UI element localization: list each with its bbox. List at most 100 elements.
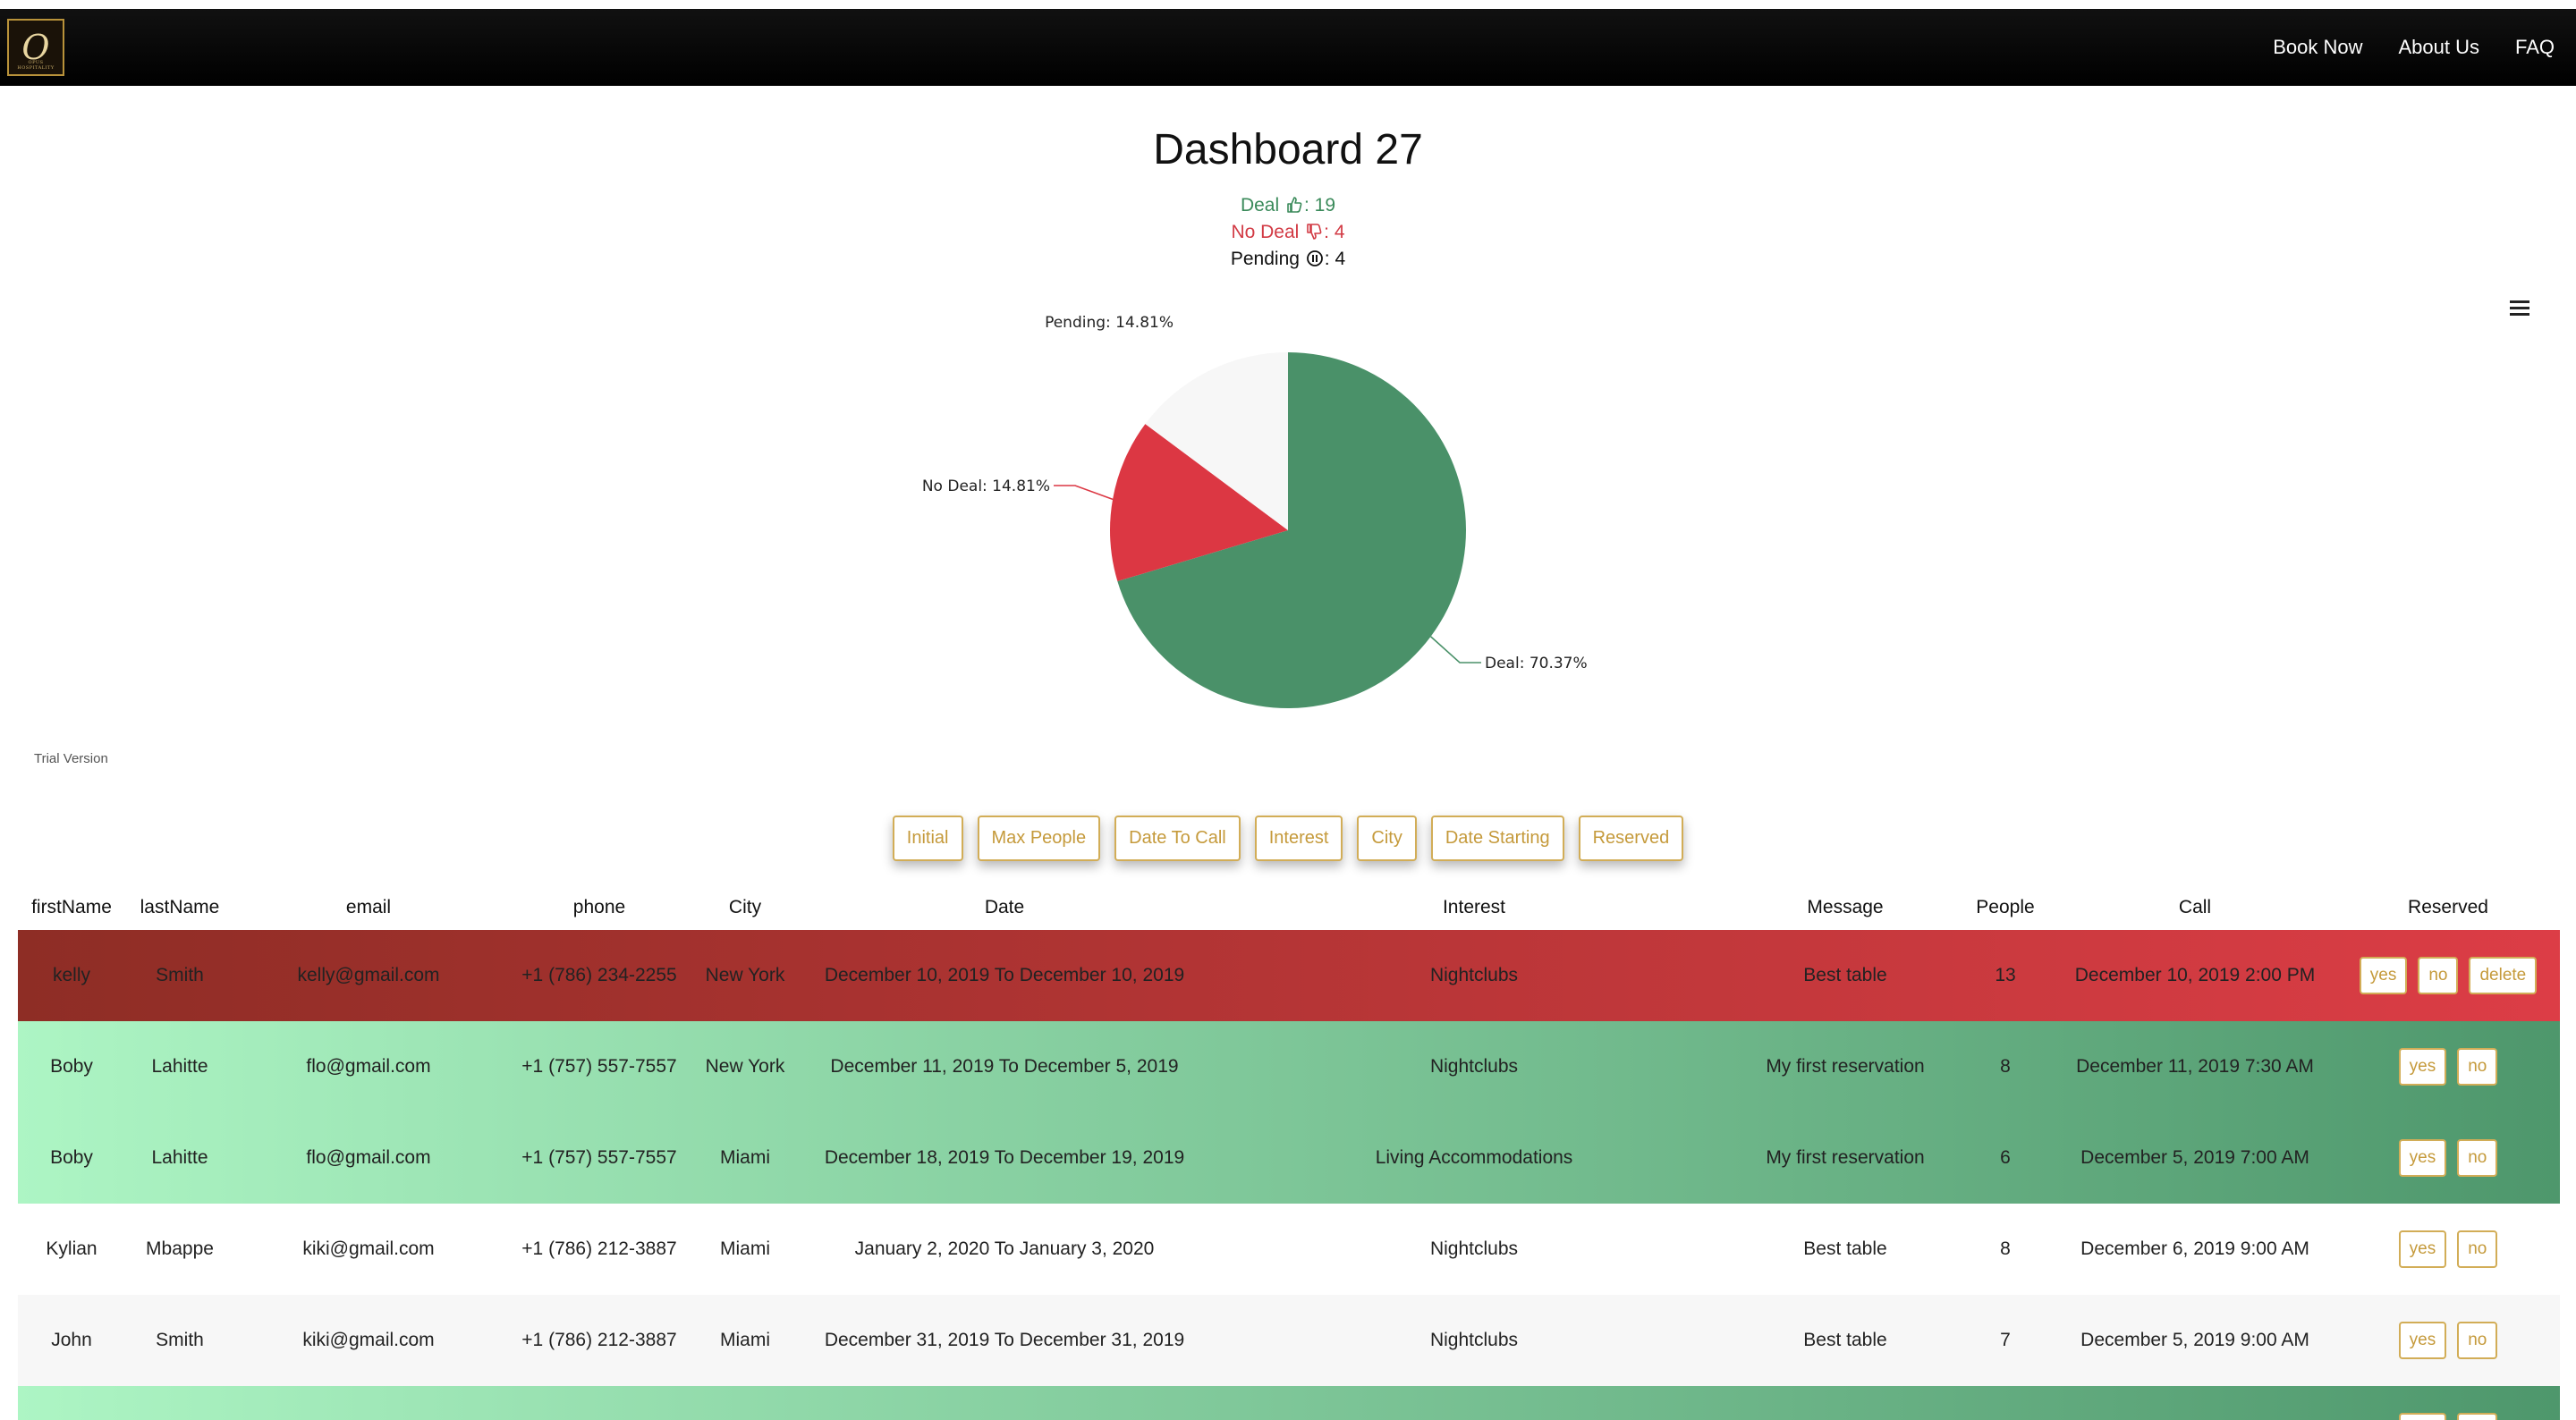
column-header[interactable]: Date [794,897,1215,918]
no-button[interactable]: no [2457,1139,2498,1177]
pie-data-label: Deal: 70.37% [1485,655,1588,672]
first-name-cell: John [51,1330,92,1350]
column-header[interactable]: Interest [1215,897,1733,918]
pie-data-label: No Deal: 14.81% [922,478,1050,495]
nodeal-count: : 4 [1324,222,1345,242]
column-header[interactable]: People [1957,897,2054,918]
logo-subtext: OPUS HOSPITALITY [17,60,55,71]
nav-link-about-us[interactable]: About Us [2398,36,2479,59]
table-row[interactable]: John Smith kiki@gmail.com +1 (786) 212-3887… [18,1295,2560,1386]
nav-link-book-now[interactable]: Book Now [2273,36,2362,59]
email-cell: kelly@gmail.com [297,965,440,985]
call-cell: December 5, 2019 7:00 AM [2080,1147,2309,1168]
reserved-actions: yes no delete [2336,957,2560,994]
navbar: O OPUS HOSPITALITY Book Now About Us FAQ [0,9,2576,86]
call-cell: December 11, 2019 7:30 AM [2076,1056,2314,1077]
column-header[interactable]: Reserved [2336,897,2560,918]
city-cell: Miami [720,1238,770,1259]
yes-button[interactable]: yes [2398,1230,2447,1268]
city-cell: Miami [720,1330,770,1350]
pie-chart: Deal: 70.37% No Deal: 14.81% Pending: 14.8… [922,314,1588,708]
email-cell: flo@gmail.com [306,1147,431,1168]
nav-link-faq[interactable]: FAQ [2515,36,2555,59]
nodeal-label: No Deal [1231,222,1300,242]
delete-button[interactable]: delete [2469,957,2538,994]
column-header[interactable]: Call [2054,897,2336,918]
interest-cell: Living Accommodations [1375,1147,1573,1168]
deal-stat: Deal : 19 [0,195,2576,216]
deal-count: : 19 [1304,195,1336,216]
column-header[interactable]: email [234,897,503,918]
first-name-cell: Boby [50,1147,93,1168]
column-header[interactable]: lastName [125,897,234,918]
page-title: Dashboard 27 [1153,126,1423,173]
last-name-cell: Lahitte [151,1056,208,1077]
no-button[interactable]: no [2457,1413,2498,1420]
reserved-actions: yesno [2336,1048,2560,1086]
column-header[interactable]: phone [503,897,696,918]
filter-initial-button[interactable]: Initial [892,816,963,861]
column-header[interactable]: Message [1733,897,1957,918]
message-cell: Best table [1803,1238,1887,1259]
table-row[interactable]: Boby Lahitte flo@gmail.com +1 (757) 557-755… [18,1021,2560,1112]
yes-button[interactable]: yes [2359,957,2408,994]
pending-label: Pending [1230,249,1300,269]
filter-date-to-call-button[interactable]: Date To Call [1114,816,1241,861]
yes-button[interactable]: yes [2398,1322,2447,1359]
filter-city-button[interactable]: City [1357,816,1417,861]
column-header[interactable]: City [696,897,794,918]
no-button[interactable]: no [2457,1322,2498,1359]
brand-logo[interactable]: O OPUS HOSPITALITY [7,19,64,76]
reserved-actions: yesno [2336,1322,2560,1359]
city-cell: Miami [720,1147,770,1168]
pie-connector-line [1054,485,1114,501]
reservations-table: firstName lastName email phone City Date… [18,885,2560,1420]
nodeal-stat: No Deal : 4 [0,222,2576,243]
filter-max-people-button[interactable]: Max People [977,816,1101,861]
people-cell: 8 [2000,1056,2011,1077]
table-row[interactable]: Kylian Mbappe kiki@gmail.com +1 (786) 212-3… [18,1204,2560,1295]
email-cell: flo@gmail.com [306,1056,431,1077]
pending-count: : 4 [1324,249,1346,269]
filter-reserved-button[interactable]: Reserved [1578,816,1684,861]
filter-interest-button[interactable]: Interest [1254,816,1343,861]
yes-button[interactable]: yes [2398,1139,2447,1177]
table-header: firstName lastName email phone City Date… [18,885,2560,930]
message-cell: Best table [1803,1330,1887,1350]
yes-button[interactable]: yes [2398,1048,2447,1086]
message-cell: My first reservation [1766,1147,1925,1168]
interest-cell: Nightclubs [1429,965,1519,985]
date-cell: December 10, 2019 To December 10, 2019 [824,965,1185,985]
table-row[interactable]: Boby Lahitte flo@gmail.com +1 (757) 557-755… [18,1112,2560,1204]
reserved-actions: yes no [2336,1413,2560,1420]
table-row[interactable]: kelly Smith kelly@gmail.com +1 (786) 234-22… [18,930,2560,1021]
first-name-cell: kelly [52,965,90,985]
pie-connector-line [1430,636,1481,664]
phone-cell: +1 (786) 212-3887 [521,1330,677,1350]
yes-button[interactable]: yes [2398,1413,2447,1420]
chart-menu-icon[interactable] [2510,300,2529,317]
filter-date-starting-button[interactable]: Date Starting [1430,816,1564,861]
pause-circle-icon [1306,250,1323,266]
people-cell: 6 [2000,1147,2011,1168]
message-cell: Best table [1803,965,1887,985]
last-name-cell: Smith [156,1330,204,1350]
first-name-cell: Boby [50,1056,93,1077]
no-button[interactable]: no [2418,957,2459,994]
last-name-cell: Mbappe [146,1238,214,1259]
message-cell: My first reservation [1766,1056,1925,1077]
city-cell: New York [705,1056,785,1077]
no-button[interactable]: no [2457,1230,2498,1268]
trial-version-label: Trial Version [34,751,108,766]
no-button[interactable]: no [2457,1048,2498,1086]
email-cell: kiki@gmail.com [302,1238,435,1259]
thumbs-up-icon [1287,197,1302,213]
column-header[interactable]: firstName [18,897,125,918]
interest-cell: Nightclubs [1429,1238,1519,1259]
table-row[interactable]: yes no [18,1386,2560,1420]
thumbs-down-icon [1307,224,1322,240]
pending-stat: Pending : 4 [0,249,2576,270]
deal-label: Deal [1240,195,1280,216]
call-cell: December 10, 2019 2:00 PM [2074,965,2316,985]
people-cell: 8 [2000,1238,2011,1259]
